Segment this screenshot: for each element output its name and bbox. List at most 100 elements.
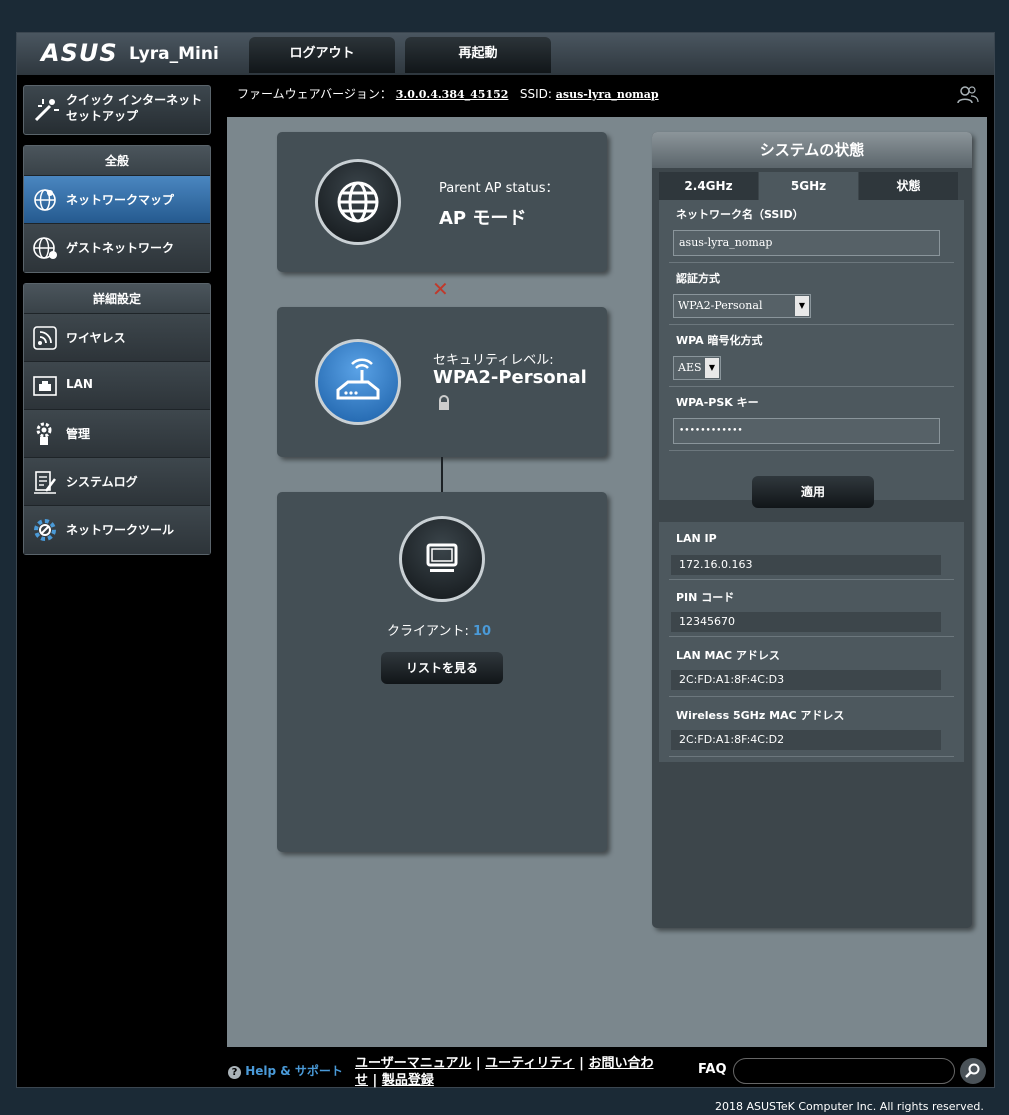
- encryption-value: AES: [678, 361, 702, 374]
- auth-method-label: 認証方式: [676, 272, 720, 285]
- sidebar-item-system-log[interactable]: システムログ: [24, 458, 210, 506]
- sidebar-item-label: ゲストネットワーク: [66, 241, 175, 255]
- parent-ap-value: AP モード: [439, 208, 527, 229]
- system-status-panel: システムの状態 2.4GHz 5GHz 状態 ネットワーク名（SSID） asu…: [652, 132, 972, 928]
- sidebar-item-lan[interactable]: LAN: [24, 362, 210, 410]
- users-icon[interactable]: [957, 85, 979, 109]
- internet-globe-button[interactable]: [315, 159, 401, 245]
- product-registration-link[interactable]: 製品登録: [382, 1073, 434, 1088]
- lock-icon: [437, 395, 451, 415]
- lan-ip-label: LAN IP: [676, 532, 717, 545]
- lan-mac-value: 2C:FD:A1:8F:4C:D3: [671, 670, 941, 690]
- lan-port-icon: [32, 373, 58, 399]
- asus-logo[interactable]: ASUS: [41, 39, 118, 67]
- divider: [669, 696, 954, 697]
- clients-button[interactable]: [399, 516, 485, 602]
- general-header: 全般: [24, 146, 210, 176]
- parent-ap-label: Parent AP status：: [439, 181, 559, 196]
- tab-24ghz[interactable]: 2.4GHz: [659, 172, 758, 200]
- system-status-title: システムの状態: [652, 132, 972, 168]
- help-support-link[interactable]: ? Help & サポート: [228, 1062, 343, 1079]
- divider: [669, 579, 954, 580]
- lan-ip-value: 172.16.0.163: [671, 555, 941, 575]
- encryption-label: WPA 暗号化方式: [676, 334, 763, 347]
- chevron-down-icon: ▼: [795, 296, 809, 316]
- monitor-icon: [426, 543, 458, 572]
- wireless-mac-value: 2C:FD:A1:8F:4C:D2: [671, 730, 941, 750]
- network-map-panel: Parent AP status： AP モード ✕ セキュリティレベル: WP…: [227, 117, 987, 1047]
- tab-status[interactable]: 状態: [859, 172, 958, 200]
- parent-ap-card[interactable]: Parent AP status： AP モード: [277, 132, 607, 272]
- faq-label: FAQ: [698, 1062, 727, 1077]
- ssid-input[interactable]: asus-lyra_nomap: [673, 230, 940, 256]
- sidebar-item-admin[interactable]: 管理: [24, 410, 210, 458]
- view-list-button[interactable]: リストを見る: [381, 652, 503, 684]
- band-tabs: 2.4GHz 5GHz 状態: [659, 172, 958, 200]
- faq-search-button[interactable]: [960, 1058, 986, 1084]
- divider: [669, 324, 954, 325]
- divider: [669, 262, 954, 263]
- footer-links: ユーザーマニュアル | ユーティリティ | お問い合わせ | 製品登録: [355, 1056, 654, 1088]
- help-support-label: Help & サポート: [245, 1064, 343, 1078]
- ssid-label: SSID:: [519, 87, 552, 101]
- wand-icon: [32, 96, 60, 128]
- globe-network-icon: [32, 187, 58, 213]
- user-manual-link[interactable]: ユーザーマニュアル: [355, 1056, 471, 1071]
- advanced-header: 詳細設定: [24, 284, 210, 314]
- wireless-settings-form: ネットワーク名（SSID） asus-lyra_nomap 認証方式 WPA2-…: [659, 200, 964, 508]
- reboot-button[interactable]: 再起動: [405, 37, 551, 73]
- sidebar-item-guest-network[interactable]: ゲストネットワーク: [24, 224, 210, 272]
- wireless-mac-label: Wireless 5GHz MAC アドレス: [676, 709, 845, 722]
- auth-method-value: WPA2-Personal: [678, 299, 763, 312]
- top-bar: ASUS Lyra_Mini ログアウト 再起動: [17, 33, 994, 75]
- sidebar-general: 全般 ネットワークマップ ゲストネットワーク: [23, 145, 211, 273]
- clients-count[interactable]: 10: [473, 624, 491, 639]
- guest-globe-icon: [32, 235, 58, 261]
- apply-button[interactable]: 適用: [752, 476, 874, 508]
- auth-method-select[interactable]: WPA2-Personal ▼: [673, 294, 811, 318]
- faq-search-input[interactable]: [733, 1058, 955, 1084]
- utility-link[interactable]: ユーティリティ: [485, 1056, 574, 1071]
- logout-button[interactable]: ログアウト: [249, 37, 395, 73]
- pin-label: PIN コード: [676, 591, 735, 604]
- divider: [669, 756, 954, 757]
- connector-line: [441, 457, 443, 492]
- divider: [669, 450, 954, 451]
- firmware-info: ファームウェアバージョン： 3.0.0.4.384_45152 SSID: as…: [237, 85, 659, 102]
- firmware-version-link[interactable]: 3.0.0.4.384_45152: [396, 88, 509, 101]
- tab-5ghz[interactable]: 5GHz: [759, 172, 858, 200]
- disconnected-x-icon: ✕: [432, 277, 449, 301]
- quick-setup-label: クイック インターネット セットアップ: [66, 93, 203, 123]
- sidebar-item-label: ワイヤレス: [66, 331, 126, 345]
- sidebar-item-wireless[interactable]: ワイヤレス: [24, 314, 210, 362]
- search-icon: [965, 1063, 980, 1078]
- psk-input[interactable]: ••••••••••••: [673, 418, 940, 444]
- firmware-label: ファームウェアバージョン：: [237, 87, 392, 101]
- quick-internet-setup[interactable]: クイック インターネット セットアップ: [23, 85, 211, 135]
- router-card[interactable]: セキュリティレベル: WPA2-Personal: [277, 307, 607, 457]
- chevron-down-icon: ▼: [705, 358, 719, 378]
- sidebar-item-label: ネットワークマップ: [66, 193, 175, 207]
- device-info: LAN IP 172.16.0.163 PIN コード 12345670 LAN…: [659, 522, 964, 762]
- router-icon: [336, 358, 380, 400]
- sidebar-item-label: システムログ: [66, 475, 138, 489]
- wifi-icon: [32, 325, 58, 351]
- sidebar-item-label: LAN: [66, 377, 93, 391]
- router-button[interactable]: [315, 339, 401, 425]
- sidebar-item-network-map[interactable]: ネットワークマップ: [24, 176, 210, 224]
- log-document-icon: [32, 469, 58, 495]
- clients-card[interactable]: クライアント: 10 リストを見る: [277, 492, 607, 852]
- encryption-select[interactable]: AES ▼: [673, 356, 721, 380]
- security-level-label: セキュリティレベル:: [433, 353, 554, 368]
- globe-icon: [337, 181, 379, 223]
- sidebar-item-network-tools[interactable]: ネットワークツール: [24, 506, 210, 554]
- ssid-link[interactable]: asus-lyra_nomap: [556, 88, 659, 101]
- tools-gear-icon: [32, 517, 58, 543]
- ssid-field-label: ネットワーク名（SSID）: [676, 208, 804, 221]
- security-level-value: WPA2-Personal: [433, 367, 587, 388]
- admin-gear-icon: [32, 421, 58, 447]
- clients-label: クライアント: 10: [387, 620, 491, 639]
- divider: [669, 386, 954, 387]
- sidebar-item-label: ネットワークツール: [66, 523, 175, 537]
- sidebar-item-label: 管理: [66, 427, 91, 441]
